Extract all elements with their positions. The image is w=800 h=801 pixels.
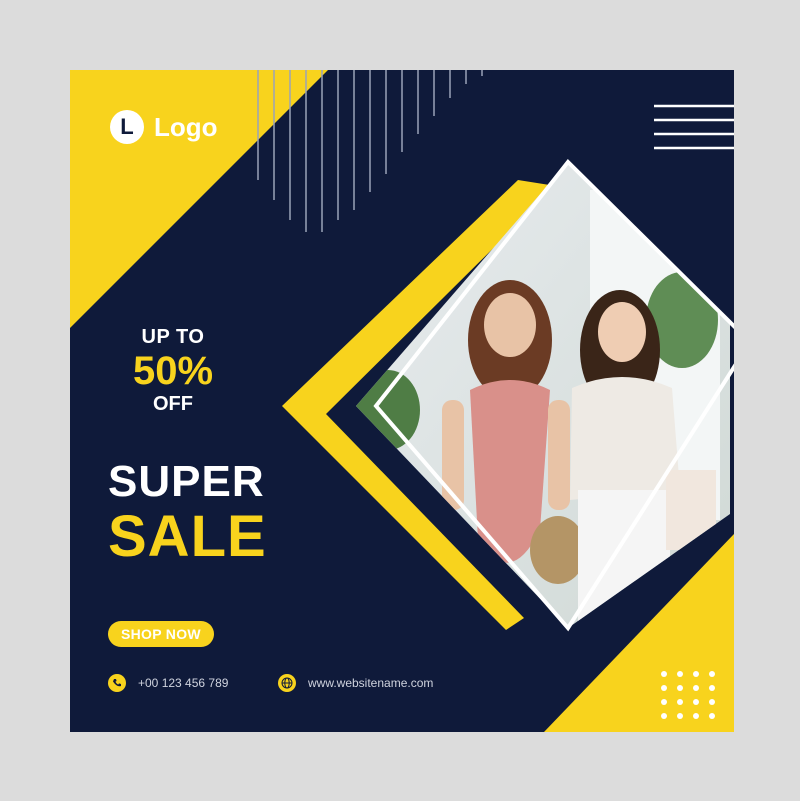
phone-contact: +00 123 456 789 bbox=[108, 674, 228, 692]
offer-off: OFF bbox=[153, 393, 193, 415]
headline-sale: SALE bbox=[108, 504, 267, 569]
sale-banner: L Logo UP TO 50% OFF SUPER SALE SHOP NOW… bbox=[70, 70, 734, 732]
headline: SUPER SALE bbox=[108, 458, 267, 568]
phone-icon bbox=[108, 674, 126, 692]
background-frame: L Logo UP TO 50% OFF SUPER SALE SHOP NOW… bbox=[0, 0, 800, 801]
brand-logo: L Logo bbox=[110, 110, 218, 144]
offer-percent: 50% bbox=[132, 349, 214, 393]
offer-up-to: UP TO bbox=[141, 326, 205, 348]
shop-now-button[interactable]: SHOP NOW bbox=[108, 621, 214, 647]
logo-text: Logo bbox=[154, 111, 218, 142]
website-contact: www.websitename.com bbox=[278, 674, 433, 692]
globe-icon bbox=[278, 674, 296, 692]
logo-badge: L bbox=[110, 110, 144, 144]
discount-offer: UP TO 50% OFF bbox=[108, 326, 238, 416]
horizontal-lines-pattern bbox=[654, 104, 734, 150]
shopping-photo bbox=[356, 162, 730, 628]
headline-super: SUPER bbox=[108, 457, 265, 506]
phone-number: +00 123 456 789 bbox=[138, 676, 229, 690]
website-url[interactable]: www.websitename.com bbox=[308, 676, 433, 690]
